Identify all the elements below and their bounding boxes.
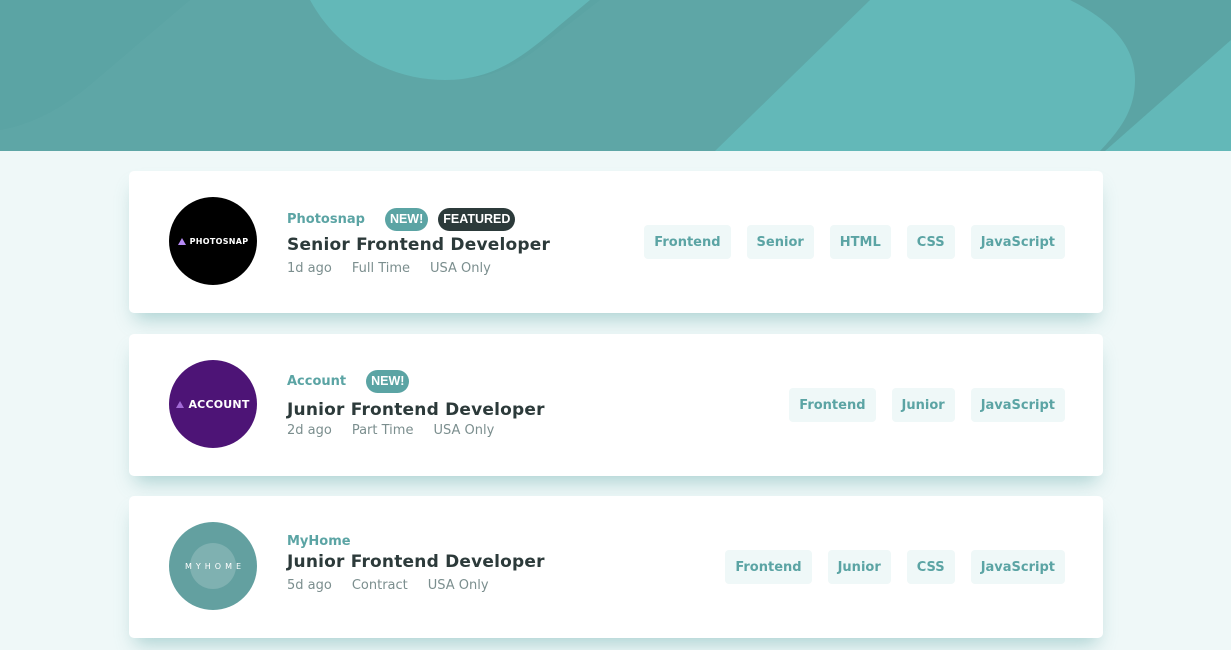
job-title[interactable]: Junior Frontend Developer bbox=[287, 552, 545, 572]
tag-frontend[interactable]: Frontend bbox=[644, 225, 731, 259]
job-meta: 5d ago Contract USA Only bbox=[287, 578, 545, 593]
company-name: Account bbox=[287, 373, 347, 389]
job-title[interactable]: Senior Frontend Developer bbox=[287, 235, 550, 255]
new-badge: NEW! bbox=[384, 207, 429, 231]
tag-css[interactable]: CSS bbox=[906, 225, 955, 259]
account-logo-icon bbox=[176, 400, 185, 408]
job-info: Photosnap NEW! FEATURED Senior Frontend … bbox=[287, 207, 550, 276]
tag-css[interactable]: CSS bbox=[906, 550, 955, 584]
featured-badge: FEATURED bbox=[438, 207, 516, 231]
header-pattern bbox=[0, 0, 1231, 151]
tag-javascript[interactable]: JavaScript bbox=[970, 550, 1065, 584]
account-logo: ACCOUNT bbox=[169, 360, 257, 448]
job-card-photosnap[interactable]: PHOTOSNAP Photosnap NEW! FEATURED Senior… bbox=[129, 171, 1103, 313]
posted-at: 1d ago bbox=[287, 261, 332, 276]
contract-type: Part Time bbox=[351, 423, 414, 438]
location: USA Only bbox=[427, 578, 489, 593]
new-badge: NEW! bbox=[366, 369, 410, 393]
company-name: MyHome bbox=[287, 533, 351, 549]
tag-senior[interactable]: Senior bbox=[746, 225, 814, 259]
job-info: Account NEW! Junior Frontend Developer 2… bbox=[287, 369, 545, 438]
location: USA Only bbox=[430, 261, 491, 276]
job-title[interactable]: Junior Frontend Developer bbox=[287, 400, 545, 420]
company-row: Photosnap NEW! FEATURED bbox=[287, 207, 550, 231]
job-meta: 1d ago Full Time USA Only bbox=[287, 261, 550, 276]
logo-text: PHOTOSNAP bbox=[189, 236, 249, 246]
posted-at: 2d ago bbox=[287, 423, 332, 438]
job-card-myhome[interactable]: MYHOME MyHome Junior Frontend Developer … bbox=[129, 496, 1103, 638]
company-row: MyHome bbox=[287, 530, 545, 552]
tag-list: Frontend Senior HTML CSS JavaScript bbox=[628, 225, 1065, 259]
logo-text: MYHOME bbox=[184, 561, 246, 571]
company-row: Account NEW! bbox=[287, 369, 545, 393]
tag-javascript[interactable]: JavaScript bbox=[970, 388, 1065, 422]
header-banner bbox=[0, 0, 1231, 151]
tag-frontend[interactable]: Frontend bbox=[789, 388, 876, 422]
tag-html[interactable]: HTML bbox=[829, 225, 891, 259]
job-info: MyHome Junior Frontend Developer 5d ago … bbox=[287, 530, 545, 594]
contract-type: Contract bbox=[351, 578, 408, 593]
tag-list: Frontend Junior JavaScript bbox=[773, 388, 1065, 422]
location: USA Only bbox=[433, 423, 495, 438]
posted-at: 5d ago bbox=[287, 578, 332, 593]
photosnap-logo: PHOTOSNAP bbox=[169, 197, 257, 285]
job-meta: 2d ago Part Time USA Only bbox=[287, 423, 545, 438]
company-name: Photosnap bbox=[287, 211, 365, 227]
job-card-account[interactable]: ACCOUNT Account NEW! Junior Frontend Dev… bbox=[129, 334, 1103, 476]
myhome-logo: MYHOME bbox=[169, 522, 257, 610]
tag-frontend[interactable]: Frontend bbox=[725, 550, 812, 584]
photosnap-logo-icon bbox=[177, 237, 186, 245]
tag-junior[interactable]: Junior bbox=[827, 550, 891, 584]
logo-text: ACCOUNT bbox=[188, 397, 250, 411]
tag-junior[interactable]: Junior bbox=[891, 388, 955, 422]
tag-javascript[interactable]: JavaScript bbox=[970, 225, 1065, 259]
contract-type: Full Time bbox=[351, 261, 411, 276]
tag-list: Frontend Junior CSS JavaScript bbox=[709, 550, 1065, 584]
